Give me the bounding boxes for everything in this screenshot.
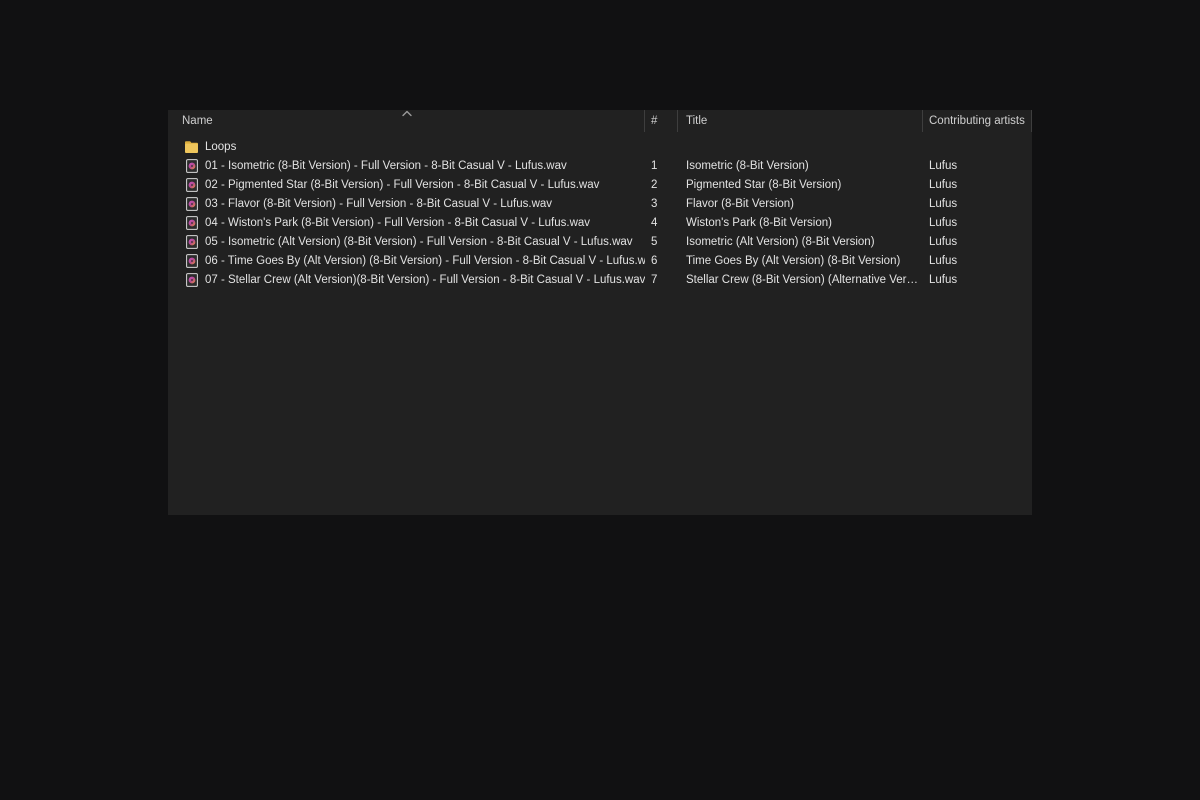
file-name: 02 - Pigmented Star (8-Bit Version) - Fu… — [205, 178, 600, 191]
track-number: 6 — [651, 254, 658, 267]
track-title: Pigmented Star (8-Bit Version) — [686, 178, 842, 191]
track-title: Stellar Crew (8-Bit Version) (Alternativ… — [686, 273, 923, 286]
folder-icon — [184, 139, 199, 154]
track-number: 2 — [651, 178, 658, 191]
audio-file-icon — [184, 158, 199, 173]
audio-file-icon — [184, 272, 199, 287]
file-name: 01 - Isometric (8-Bit Version) - Full Ve… — [205, 159, 567, 172]
track-title: Isometric (Alt Version) (8-Bit Version) — [686, 235, 875, 248]
contributing-artist: Lufus — [929, 197, 958, 210]
file-row[interactable]: 04 - Wiston's Park (8-Bit Version) - Ful… — [168, 213, 1032, 232]
column-header-title[interactable]: Title — [678, 110, 923, 132]
audio-file-icon — [184, 215, 199, 230]
folder-name: Loops — [205, 140, 237, 153]
contributing-artist: Lufus — [929, 273, 958, 286]
file-name: 07 - Stellar Crew (Alt Version)(8-Bit Ve… — [205, 273, 645, 286]
file-name: 04 - Wiston's Park (8-Bit Version) - Ful… — [205, 216, 591, 229]
file-list-panel: Name # Title Contributing artists Loops … — [168, 110, 1032, 515]
file-row[interactable]: 07 - Stellar Crew (Alt Version)(8-Bit Ve… — [168, 270, 1032, 289]
file-name: 05 - Isometric (Alt Version) (8-Bit Vers… — [205, 235, 633, 248]
file-row[interactable]: 06 - Time Goes By (Alt Version) (8-Bit V… — [168, 251, 1032, 270]
track-number: 4 — [651, 216, 658, 229]
file-row[interactable]: 05 - Isometric (Alt Version) (8-Bit Vers… — [168, 232, 1032, 251]
contributing-artist: Lufus — [929, 178, 958, 191]
column-header-artists[interactable]: Contributing artists — [923, 110, 1032, 132]
contributing-artist: Lufus — [929, 254, 958, 267]
track-title: Isometric (8-Bit Version) — [686, 159, 809, 172]
file-row[interactable]: 02 - Pigmented Star (8-Bit Version) - Fu… — [168, 175, 1032, 194]
track-number: 3 — [651, 197, 658, 210]
sort-ascending-chevron-icon — [401, 110, 413, 117]
audio-file-icon — [184, 253, 199, 268]
audio-file-icon — [184, 196, 199, 211]
column-header-name-label: Name — [182, 115, 213, 127]
file-row[interactable]: 01 - Isometric (8-Bit Version) - Full Ve… — [168, 156, 1032, 175]
track-number: 5 — [651, 235, 658, 248]
track-title: Time Goes By (Alt Version) (8-Bit Versio… — [686, 254, 901, 267]
audio-file-icon — [184, 234, 199, 249]
audio-file-icon — [184, 177, 199, 192]
column-header-number-label: # — [651, 115, 658, 127]
file-name: 03 - Flavor (8-Bit Version) - Full Versi… — [205, 197, 553, 210]
column-header-row: Name # Title Contributing artists — [168, 110, 1032, 132]
track-title: Flavor (8-Bit Version) — [686, 197, 795, 210]
track-number: 1 — [651, 159, 658, 172]
contributing-artist: Lufus — [929, 159, 958, 172]
column-header-artists-label: Contributing artists — [929, 115, 1025, 127]
track-number: 7 — [651, 273, 658, 286]
file-row[interactable]: 03 - Flavor (8-Bit Version) - Full Versi… — [168, 194, 1032, 213]
contributing-artist: Lufus — [929, 235, 958, 248]
folder-row[interactable]: Loops — [168, 137, 1032, 156]
file-list-rows: Loops 01 - Isometric (8-Bit Version) - F… — [168, 137, 1032, 289]
column-header-number[interactable]: # — [645, 110, 678, 132]
contributing-artist: Lufus — [929, 216, 958, 229]
column-header-title-label: Title — [686, 115, 708, 127]
track-title: Wiston's Park (8-Bit Version) — [686, 216, 832, 229]
file-name: 06 - Time Goes By (Alt Version) (8-Bit V… — [205, 254, 645, 267]
